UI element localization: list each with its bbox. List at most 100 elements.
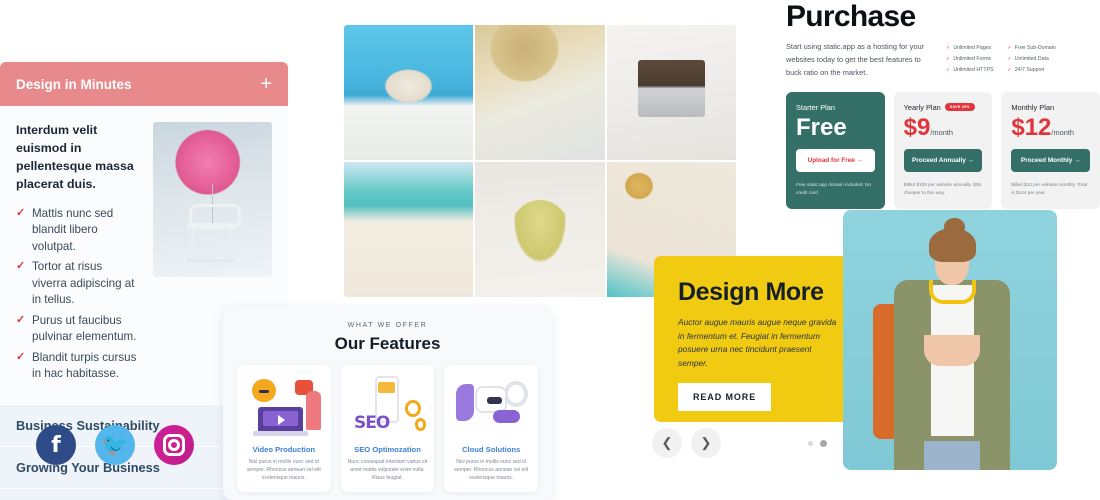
feature-name: SEO Optimozation: [354, 445, 421, 454]
feature-description: Nunc consequat interdum varius sit amet …: [347, 459, 428, 481]
our-features-card: WHAT WE OFFER Our Features Video Product…: [223, 308, 552, 500]
purchase-section: Purchase Start using static.app as a hos…: [786, 0, 1100, 210]
feature-label: Unlimited Data: [1014, 56, 1049, 62]
social-links: f 🐦: [36, 425, 194, 465]
chair-leg-left: [191, 227, 196, 262]
purchase-description: Start using static.app as a hosting for …: [786, 42, 925, 77]
check-icon: ✓: [16, 260, 26, 273]
list-item: ✓ Tortor at risus viverra adipiscing at i…: [16, 259, 139, 308]
check-icon: ✓: [946, 45, 951, 51]
carousel-dot[interactable]: [808, 441, 813, 446]
proceed-monthly-button[interactable]: Proceed Monthly →: [1011, 148, 1091, 172]
feature-description: Nisl purus in mollis nunc sed id semper.…: [246, 459, 321, 481]
plan-name: Monthly Plan: [1011, 103, 1090, 112]
laptop-shape: [253, 407, 308, 436]
check-icon: ✓: [1007, 45, 1012, 51]
plus-icon[interactable]: +: [260, 74, 272, 94]
twitter-icon[interactable]: 🐦: [95, 425, 135, 465]
feature-item: ✓ Free Sub-Domain: [1007, 45, 1055, 51]
plan-note: Free static.app domain included. No cred…: [796, 181, 872, 196]
balloon-chair-image: [152, 122, 272, 277]
feature-item: ✓ Unlimited Forms: [946, 56, 993, 62]
phone-chart-shape: [378, 381, 396, 393]
photo-hands-typing-on-laptop-flatlay: [606, 25, 736, 160]
instagram-lens: [168, 439, 180, 451]
plan-price: $9/month: [903, 113, 983, 141]
instagram-icon[interactable]: [154, 425, 194, 465]
purchase-feature-list: ✓ Unlimited Pages ✓ Unlimited Forms ✓ Unlim…: [946, 41, 1056, 80]
feature-card-cloud-solutions[interactable]: Cloud Solutions Nisl purus in mollis nun…: [444, 365, 539, 492]
plan-price-period: /month: [1051, 127, 1074, 137]
upload-for-free-button[interactable]: Upload for Free →: [796, 148, 875, 172]
feature-item: ✓ Unlimited HTTPS: [946, 67, 993, 73]
plan-name: Yearly Plan SAVE 25%: [904, 103, 983, 112]
feature-label: Free Sub-Domain: [1014, 45, 1056, 51]
check-icon: ✓: [16, 313, 26, 326]
design-more-card: Design More Auctor augue mauris augue ne…: [654, 256, 866, 422]
feature-label: 24/7 Support: [1014, 67, 1045, 73]
feature-column-1: ✓ Unlimited Pages ✓ Unlimited Forms ✓ Unlim…: [946, 45, 993, 80]
chevron-left-icon[interactable]: ❮: [652, 428, 682, 458]
features-title: Our Features: [334, 334, 441, 353]
page-title: Purchase: [786, 0, 916, 33]
feature-description: Nisl purus in mollis nunc sed id semper.…: [454, 459, 529, 481]
check-icon: ✓: [1007, 67, 1012, 73]
features-row: Video Production Nisl purus in mollis nu…: [237, 365, 539, 492]
accordion-bullet-list: ✓ Mattis nunc sed blandit libero volutpat…: [16, 206, 139, 383]
feature-name: Cloud Solutions: [462, 445, 521, 454]
twitter-glyph: 🐦: [101, 432, 129, 458]
design-more-title: Design More: [678, 278, 824, 306]
chevron-right-icon[interactable]: ❯: [691, 428, 721, 458]
gear-icon: [503, 381, 528, 408]
feature-card-seo-optimozation[interactable]: SEO SEO Optimozation Nunc consequat inte…: [340, 365, 435, 492]
bullet-text: Mattis nunc sed blandit libero volutpat.: [32, 206, 114, 253]
plan-card-yearly: Yearly Plan SAVE 25% $9/month Proceed An…: [893, 91, 993, 210]
accordion-header-design-in-minutes[interactable]: Design in Minutes +: [0, 62, 288, 106]
seo-wordmark: SEO: [354, 413, 390, 433]
person-photo: [843, 210, 1057, 470]
plan-name-label: Starter Plan: [796, 102, 836, 112]
feature-column-2: ✓ Free Sub-Domain ✓ Unlimited Data ✓ 24/7 S…: [1007, 45, 1055, 80]
plan-card-starter: Starter Plan Free Upload for Free → Free…: [786, 91, 885, 210]
plan-price-value: $9: [903, 113, 931, 141]
cloud-robot-illustration: [451, 375, 531, 437]
read-more-button[interactable]: READ MORE: [678, 383, 772, 412]
feature-item: ✓ Unlimited Pages: [946, 45, 993, 51]
plan-note: Billed $12 per website monthly. Total is…: [1011, 181, 1087, 196]
chair-leg-right: [229, 227, 234, 262]
plan-card-monthly: Monthly Plan $12/month Proceed Monthly →…: [1001, 91, 1100, 210]
plan-note: Billed $108 per website annually. $36 ch…: [903, 181, 981, 196]
accordion-header-label: Design in Minutes: [16, 76, 132, 92]
chair-shape: [185, 203, 242, 262]
features-kicker: WHAT WE OFFER: [347, 322, 428, 329]
carousel-controls: ❮ ❯: [652, 428, 721, 458]
feature-card-video-production[interactable]: Video Production Nisl purus in mollis nu…: [237, 365, 331, 492]
robot-eye: [491, 396, 502, 404]
check-icon: ✓: [1007, 56, 1012, 62]
cloud-icon: [492, 409, 520, 424]
bullet-text: Tortor at risus viverra adipiscing at in…: [32, 260, 135, 307]
facebook-icon[interactable]: f: [36, 425, 76, 465]
list-item: ✓ Blandit turpis cursus in hac habitasse.: [16, 350, 139, 383]
feature-label: Unlimited HTTPS: [953, 67, 994, 73]
facebook-glyph: f: [51, 432, 61, 458]
camera-reel-shape: [251, 378, 276, 403]
check-icon: ✓: [946, 56, 951, 62]
page-root: Design in Minutes + Interdum velit euism…: [0, 0, 1100, 500]
photo-flip-flops-on-tropical-beach: [344, 162, 474, 297]
photo-straw-hat-camera-and-coconut-on-deck: [475, 25, 605, 160]
design-more-body: Auctor augue mauris augue neque gravida …: [678, 317, 837, 368]
gear-icon: [414, 418, 426, 431]
plan-price-period: /month: [930, 127, 953, 137]
feature-item: ✓ Unlimited Data: [1007, 56, 1055, 62]
plan-price: $12/month: [1011, 115, 1090, 140]
photo-woman-in-sun-hat-at-pool: [344, 25, 474, 160]
play-icon: [277, 415, 285, 426]
gear-icon: [405, 399, 421, 418]
list-item: ✓ Purus ut faucibus pulvinar elementum.: [16, 313, 139, 346]
proceed-annually-button[interactable]: Proceed Annually →: [903, 148, 983, 172]
bullet-text: Purus ut faucibus pulvinar elementum.: [32, 313, 137, 344]
seo-phone-illustration: SEO: [348, 375, 428, 437]
feature-name: Video Production: [252, 445, 316, 454]
carousel-dot-active[interactable]: [820, 440, 827, 447]
